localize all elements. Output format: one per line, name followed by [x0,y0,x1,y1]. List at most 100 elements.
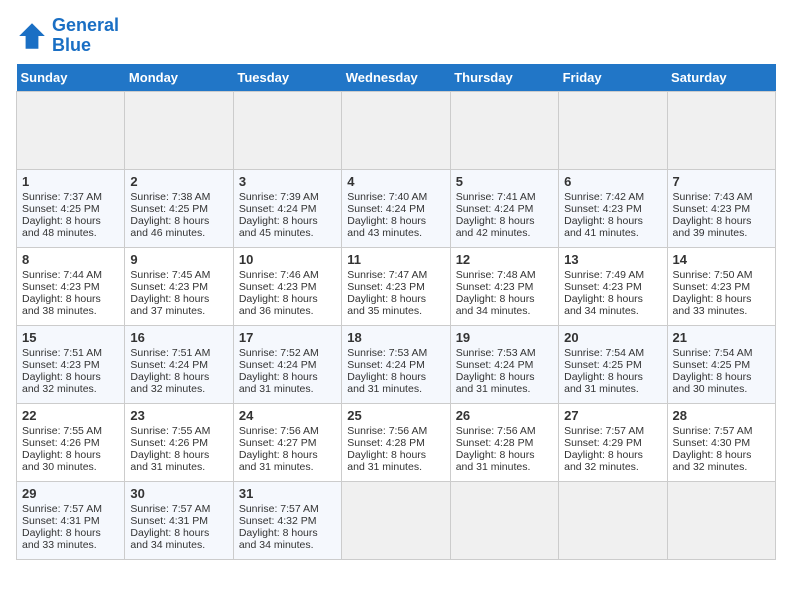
calendar-cell: 10Sunrise: 7:46 AMSunset: 4:23 PMDayligh… [233,247,341,325]
calendar-cell: 13Sunrise: 7:49 AMSunset: 4:23 PMDayligh… [559,247,667,325]
daylight-text: Daylight: 8 hours and 31 minutes. [347,371,444,395]
day-number: 8 [22,252,119,267]
sunset-text: Sunset: 4:27 PM [239,437,336,449]
calendar-cell [17,91,125,169]
sunrise-text: Sunrise: 7:57 AM [564,425,661,437]
sunrise-text: Sunrise: 7:53 AM [456,347,553,359]
daylight-text: Daylight: 8 hours and 46 minutes. [130,215,227,239]
day-number: 21 [673,330,770,345]
calendar-cell: 24Sunrise: 7:56 AMSunset: 4:27 PMDayligh… [233,403,341,481]
daylight-text: Daylight: 8 hours and 34 minutes. [456,293,553,317]
sunrise-text: Sunrise: 7:55 AM [130,425,227,437]
sunrise-text: Sunrise: 7:57 AM [673,425,770,437]
calendar-week-row: 1Sunrise: 7:37 AMSunset: 4:25 PMDaylight… [17,169,776,247]
daylight-text: Daylight: 8 hours and 31 minutes. [130,449,227,473]
calendar-cell: 18Sunrise: 7:53 AMSunset: 4:24 PMDayligh… [342,325,450,403]
calendar-cell: 29 Sunrise: 7:57 AMSunset: 4:31 PMDayligh… [17,481,125,559]
day-header-wednesday: Wednesday [342,64,450,92]
calendar-cell [450,91,558,169]
logo-icon [16,20,48,52]
sunrise-text: Sunrise: 7:37 AM [22,191,119,203]
day-number: 16 [130,330,227,345]
day-header-saturday: Saturday [667,64,775,92]
daylight-text: Daylight: 8 hours and 31 minutes. [456,449,553,473]
calendar-cell [342,481,450,559]
sunset-text: Sunset: 4:23 PM [564,281,661,293]
sunset-text: Sunset: 4:23 PM [456,281,553,293]
logo: General Blue [16,16,119,56]
calendar-cell: 19 Sunrise: 7:53 AMSunset: 4:24 PMDayligh… [450,325,558,403]
sunrise-text: Sunrise: 7:39 AM [239,191,336,203]
calendar-cell: 20Sunrise: 7:54 AMSunset: 4:25 PMDayligh… [559,325,667,403]
sunset-text: Sunset: 4:24 PM [456,203,553,215]
sunrise-text: Sunrise: 7:46 AM [239,269,336,281]
calendar-cell [559,91,667,169]
sunrise-text: Sunrise: 7:38 AM [130,191,227,203]
sunrise-text: Sunrise: 7:54 AM [673,347,770,359]
day-number: 9 [130,252,227,267]
calendar-cell: 25Sunrise: 7:56 AMSunset: 4:28 PMDayligh… [342,403,450,481]
calendar-cell [667,91,775,169]
calendar-cell: 31Sunrise: 7:57 AMSunset: 4:32 PMDayligh… [233,481,341,559]
sunset-text: Sunset: 4:24 PM [347,359,444,371]
calendar-cell: 2Sunrise: 7:38 AMSunset: 4:25 PMDaylight… [125,169,233,247]
sunrise-text: Sunrise: 7:56 AM [456,425,553,437]
sunset-text: Sunset: 4:23 PM [22,359,119,371]
day-number: 5 [456,174,553,189]
day-number: 24 [239,408,336,423]
day-number: 19 [456,330,553,345]
day-number: 27 [564,408,661,423]
sunrise-text: Sunrise: 7:49 AM [564,269,661,281]
calendar-cell: 23Sunrise: 7:55 AMSunset: 4:26 PMDayligh… [125,403,233,481]
daylight-text: Daylight: 8 hours and 31 minutes. [456,371,553,395]
day-number: 30 [130,486,227,501]
sunrise-text: Sunrise: 7:57 AM [22,503,119,515]
sunrise-text: Sunrise: 7:47 AM [347,269,444,281]
calendar-header-row: SundayMondayTuesdayWednesdayThursdayFrid… [17,64,776,92]
logo-text: General Blue [52,16,119,56]
sunset-text: Sunset: 4:25 PM [22,203,119,215]
day-number: 29 [22,486,119,501]
day-number: 2 [130,174,227,189]
calendar-week-row: 22Sunrise: 7:55 AMSunset: 4:26 PMDayligh… [17,403,776,481]
sunset-text: Sunset: 4:30 PM [673,437,770,449]
day-header-tuesday: Tuesday [233,64,341,92]
day-number: 4 [347,174,444,189]
sunset-text: Sunset: 4:23 PM [564,203,661,215]
day-number: 15 [22,330,119,345]
sunset-text: Sunset: 4:32 PM [239,515,336,527]
sunset-text: Sunset: 4:26 PM [22,437,119,449]
day-number: 13 [564,252,661,267]
sunset-text: Sunset: 4:23 PM [22,281,119,293]
daylight-text: Daylight: 8 hours and 37 minutes. [130,293,227,317]
sunset-text: Sunset: 4:31 PM [22,515,119,527]
sunrise-text: Sunrise: 7:56 AM [239,425,336,437]
calendar-cell: 26Sunrise: 7:56 AMSunset: 4:28 PMDayligh… [450,403,558,481]
sunrise-text: Sunrise: 7:48 AM [456,269,553,281]
calendar-cell: 8Sunrise: 7:44 AMSunset: 4:23 PMDaylight… [17,247,125,325]
daylight-text: Daylight: 8 hours and 45 minutes. [239,215,336,239]
calendar-cell: 6Sunrise: 7:42 AMSunset: 4:23 PMDaylight… [559,169,667,247]
sunrise-text: Sunrise: 7:55 AM [22,425,119,437]
sunrise-text: Sunrise: 7:43 AM [673,191,770,203]
sunset-text: Sunset: 4:24 PM [456,359,553,371]
sunrise-text: Sunrise: 7:51 AM [22,347,119,359]
daylight-text: Daylight: 8 hours and 32 minutes. [22,371,119,395]
day-number: 23 [130,408,227,423]
daylight-text: Daylight: 8 hours and 34 minutes. [239,527,336,551]
daylight-text: Daylight: 8 hours and 33 minutes. [22,527,119,551]
sunrise-text: Sunrise: 7:50 AM [673,269,770,281]
sunrise-text: Sunrise: 7:57 AM [239,503,336,515]
sunset-text: Sunset: 4:23 PM [130,281,227,293]
day-header-monday: Monday [125,64,233,92]
calendar-cell: 7Sunrise: 7:43 AMSunset: 4:23 PMDaylight… [667,169,775,247]
calendar-cell: 30Sunrise: 7:57 AMSunset: 4:31 PMDayligh… [125,481,233,559]
daylight-text: Daylight: 8 hours and 31 minutes. [239,371,336,395]
sunset-text: Sunset: 4:25 PM [673,359,770,371]
calendar-cell [667,481,775,559]
sunset-text: Sunset: 4:24 PM [239,203,336,215]
daylight-text: Daylight: 8 hours and 43 minutes. [347,215,444,239]
calendar-cell: 16Sunrise: 7:51 AMSunset: 4:24 PMDayligh… [125,325,233,403]
sunrise-text: Sunrise: 7:41 AM [456,191,553,203]
daylight-text: Daylight: 8 hours and 31 minutes. [564,371,661,395]
